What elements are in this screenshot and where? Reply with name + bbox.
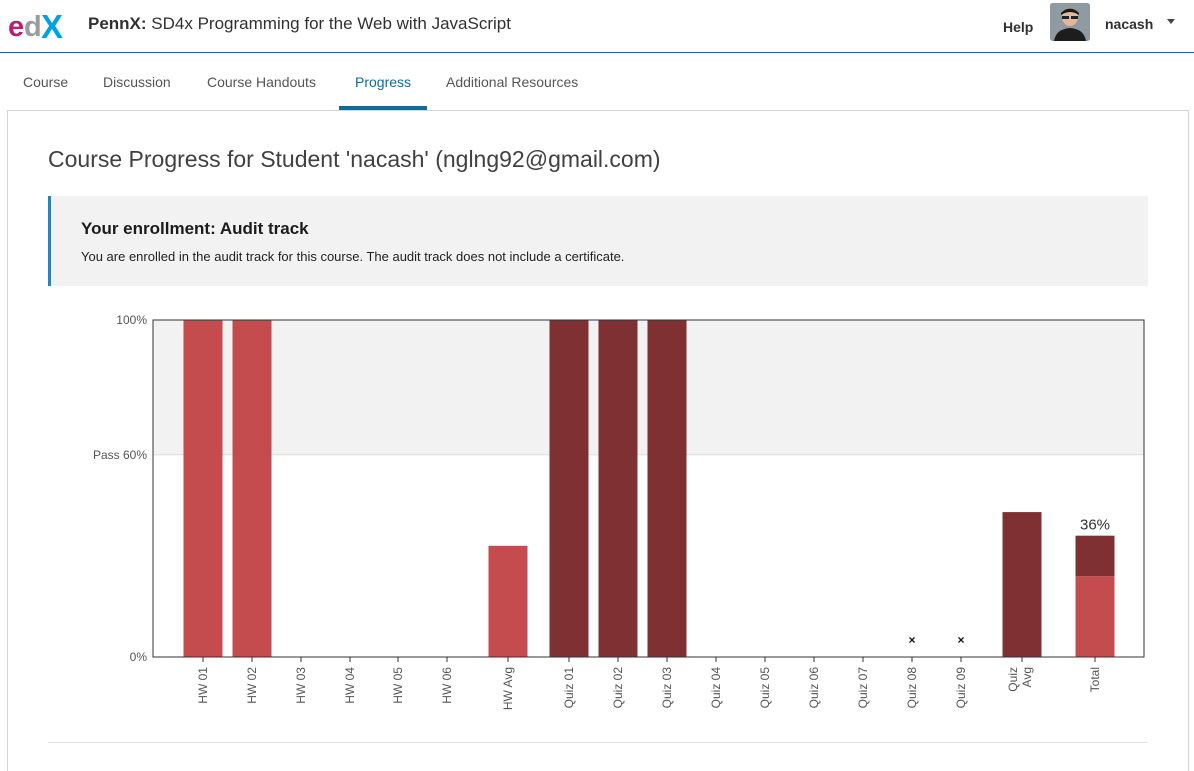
bar-total-hw [1075,576,1115,657]
x-tick-label: Quiz 05 [758,667,772,709]
y-tick-label: 0% [130,650,148,664]
bar [598,320,638,657]
tab-course-handouts[interactable]: Course Handouts [207,74,316,90]
x-tick-label: HW 06 [440,667,454,704]
x-tick-label: Quiz 08 [905,667,919,709]
x-tick-label: Quiz 02 [611,667,625,709]
bar [488,545,528,657]
x-tick-label: Quiz 07 [856,667,870,709]
enrollment-title: Your enrollment: Audit track [81,219,309,238]
x-tick-label: HW Avg [501,667,515,710]
x-tick-label: Quiz 09 [954,667,968,709]
progress-chart: × × 36% 0% Pass 60% 100% HW 01 HW 02 HW 03 HW 04 H… [93,313,1145,710]
x-tick-label: Quiz 04 [709,667,723,709]
help-link[interactable]: Help [1003,19,1033,35]
tab-discussion[interactable]: Discussion [103,74,171,90]
dropped-marker: × [957,633,964,647]
y-tick-label: Pass 60% [93,448,147,462]
x-tick-label: Quiz [1006,667,1020,692]
x-tick-label: HW 03 [294,667,308,704]
chevron-down-icon[interactable] [1167,19,1175,24]
x-tick-label: HW 02 [245,667,259,704]
x-tick-label: HW 01 [196,667,210,704]
svg-text:X: X [41,8,63,44]
course-name: SD4x Programming for the Web with JavaSc… [151,14,511,33]
x-tick-label: Quiz 06 [807,667,821,709]
enrollment-text: You are enrolled in the audit track for … [81,249,625,264]
bar [549,320,589,657]
top-header: e d X PennX: SD4x Programming for the We… [0,0,1194,53]
tab-progress[interactable]: Progress [355,74,411,90]
x-tick-label: Total [1088,667,1102,692]
course-tabs: Course Discussion Course Handouts Progre… [0,53,1194,110]
x-tick-label: Avg [1020,667,1034,687]
bar-total-quiz [1075,535,1115,577]
x-tick-label: Quiz 01 [562,667,576,709]
course-org: PennX: [88,14,147,33]
page-title: Course Progress for Student 'nacash' (ng… [48,146,661,172]
svg-text:e: e [8,11,24,43]
y-tick-label: 100% [116,313,147,327]
edx-logo[interactable]: e d X [8,8,70,44]
x-tick-label: Quiz 03 [660,667,674,709]
user-photo-icon [1050,3,1090,41]
bar [232,320,272,657]
bar [647,320,687,657]
tab-additional-resources[interactable]: Additional Resources [446,74,578,90]
x-tick-label: HW 04 [343,667,357,704]
dropped-marker: × [908,633,915,647]
enrollment-notice: Your enrollment: Audit track You are enr… [48,196,1148,286]
divider [48,742,1148,743]
svg-text:d: d [24,11,42,43]
bar [1002,512,1042,657]
username[interactable]: nacash [1105,16,1153,32]
course-title: PennX: SD4x Programming for the Web with… [88,14,511,34]
x-tick-label: HW 05 [391,667,405,704]
tab-course[interactable]: Course [23,74,68,90]
bar [183,320,223,657]
total-percent-label: 36% [1080,517,1110,534]
avatar[interactable] [1050,3,1090,41]
